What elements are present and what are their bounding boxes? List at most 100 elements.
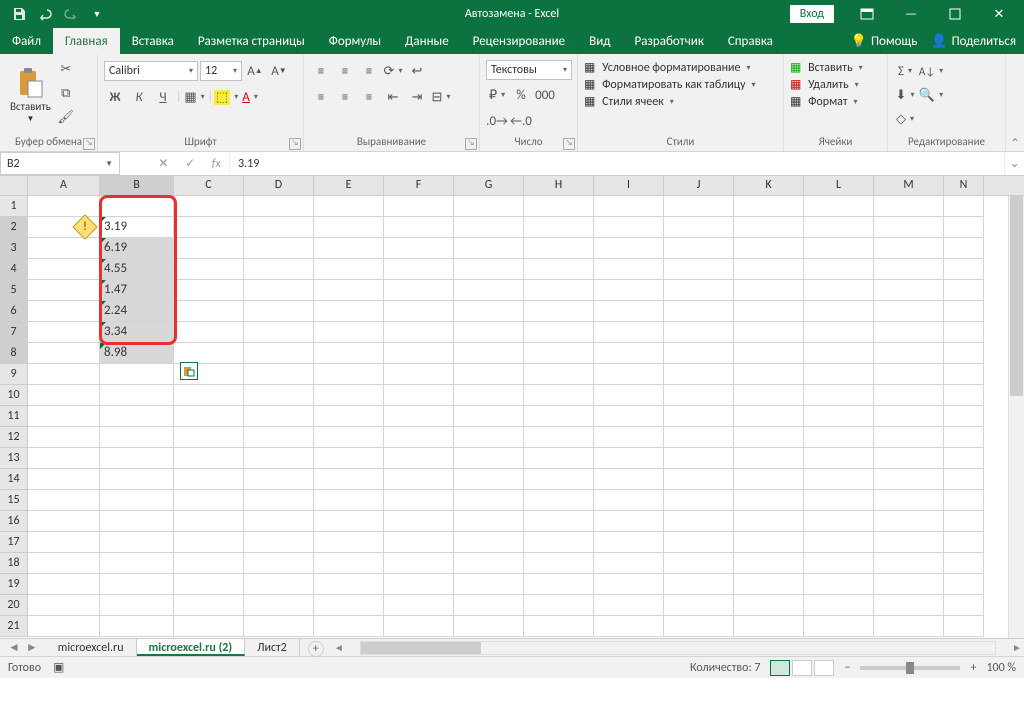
cell[interactable] [524,322,594,343]
worksheet-grid[interactable]: A B C D E F G H I J K L M N 123.1936.194… [0,176,1024,638]
vertical-scrollbar[interactable] [1008,196,1024,638]
cell[interactable] [314,322,384,343]
fill-color-button[interactable]: ⬚▾ [215,86,237,108]
cell[interactable] [28,490,100,511]
col-header[interactable]: K [734,176,804,195]
cell[interactable] [874,385,944,406]
cell[interactable] [734,280,804,301]
cell[interactable] [594,385,664,406]
cell[interactable] [804,385,874,406]
col-header[interactable]: B [100,176,174,195]
cell[interactable] [874,574,944,595]
cell[interactable] [314,406,384,427]
decrease-font-icon[interactable]: A▼ [268,60,290,82]
format-cells-button[interactable]: ▦ Формат▾ [790,94,881,109]
cell[interactable] [244,343,314,364]
copy-button[interactable]: ⧉ [55,82,77,104]
cell[interactable] [804,490,874,511]
tab-layout[interactable]: Разметка страницы [186,28,317,54]
tab-view[interactable]: Вид [577,28,622,54]
cell[interactable] [524,280,594,301]
cell[interactable] [804,595,874,616]
cell[interactable] [594,364,664,385]
cell[interactable] [524,196,594,217]
cell[interactable] [804,196,874,217]
cell[interactable] [594,595,664,616]
increase-font-icon[interactable]: A▲ [244,60,266,82]
cell[interactable] [384,406,454,427]
cell[interactable] [384,532,454,553]
cell[interactable] [454,532,524,553]
cell[interactable] [100,448,174,469]
cell[interactable] [594,217,664,238]
cell[interactable] [174,343,244,364]
cell[interactable] [664,532,734,553]
cell[interactable] [944,490,984,511]
cell[interactable] [28,406,100,427]
cell[interactable] [524,217,594,238]
align-right-icon[interactable]: ≡ [358,86,380,108]
cell[interactable] [944,406,984,427]
bold-button[interactable]: Ж [104,86,126,108]
cell[interactable] [944,196,984,217]
cell[interactable] [454,469,524,490]
cell[interactable] [944,469,984,490]
sheet-tab[interactable]: Лист2 [245,639,300,656]
cell[interactable] [524,364,594,385]
cell[interactable] [100,385,174,406]
cell[interactable] [174,238,244,259]
row-header[interactable]: 10 [0,385,28,406]
cell[interactable] [174,469,244,490]
cell[interactable] [734,469,804,490]
format-painter-button[interactable]: 🖌 [55,106,77,128]
cell[interactable] [174,511,244,532]
cell[interactable] [454,511,524,532]
cell[interactable] [524,553,594,574]
sort-filter-icon[interactable]: A↓▾ [920,60,942,82]
borders-button[interactable]: ▦▾ [184,86,206,108]
cell[interactable] [734,259,804,280]
cell[interactable] [524,427,594,448]
cell[interactable] [944,238,984,259]
row-header[interactable]: 7 [0,322,28,343]
cell[interactable] [524,385,594,406]
col-header[interactable]: E [314,176,384,195]
cell[interactable] [100,427,174,448]
cell[interactable] [454,343,524,364]
cell[interactable] [594,532,664,553]
cell[interactable] [874,196,944,217]
cell[interactable]: 8.98 [100,343,174,364]
cell[interactable] [244,217,314,238]
select-all-corner[interactable] [0,176,28,195]
row-header[interactable]: 9 [0,364,28,385]
cell[interactable] [314,280,384,301]
cell[interactable] [314,301,384,322]
col-header[interactable]: L [804,176,874,195]
align-top-icon[interactable]: ≡ [310,60,332,82]
chevron-right-icon[interactable]: ► [26,640,38,655]
share-button[interactable]: 👤Поделиться [931,34,1016,49]
row-header[interactable]: 8 [0,343,28,364]
cell[interactable] [244,469,314,490]
cell[interactable] [524,511,594,532]
cell[interactable] [664,490,734,511]
cell[interactable] [244,574,314,595]
tab-review[interactable]: Рецензирование [461,28,577,54]
cell[interactable] [244,490,314,511]
cell[interactable] [594,343,664,364]
decrease-decimal-icon[interactable]: ←.0 [510,110,532,132]
cell[interactable] [524,490,594,511]
page-break-button[interactable] [814,660,834,676]
cell[interactable] [314,511,384,532]
cell[interactable] [664,595,734,616]
cell[interactable] [384,364,454,385]
cell[interactable] [244,364,314,385]
cell[interactable] [28,574,100,595]
row-header[interactable]: 2 [0,217,28,238]
cell[interactable] [100,469,174,490]
cell[interactable] [804,280,874,301]
cell[interactable] [944,280,984,301]
wrap-text-icon[interactable]: ↩ [406,60,428,82]
cell[interactable]: 2.24 [100,301,174,322]
row-header[interactable]: 5 [0,280,28,301]
